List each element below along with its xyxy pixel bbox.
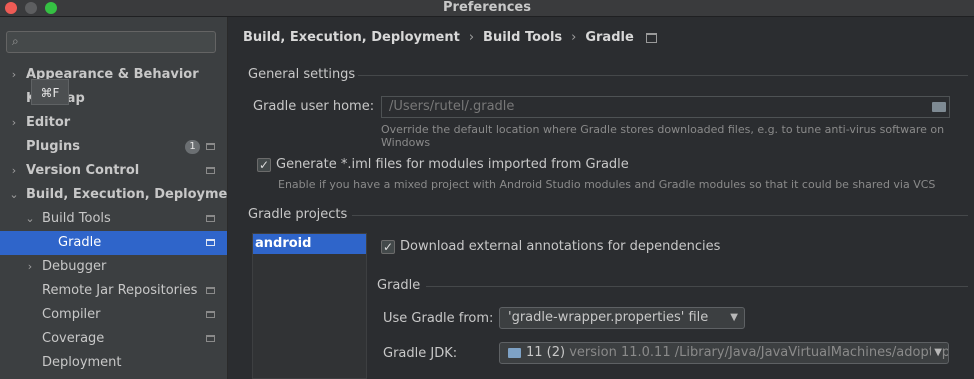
breadcrumb-separator: › [571,30,577,45]
sidebar-item-coverage[interactable]: Coverage [0,327,227,351]
gradle-section-title: Gradle [377,278,421,293]
download-annotations-label[interactable]: Download external annotations for depend… [400,239,720,254]
sidebar-item-plugins[interactable]: Plugins 1 [0,135,227,159]
dropdown-arrow-icon: ▼ [931,343,942,363]
sidebar-item-label: Compiler [42,307,101,322]
sidebar-item-deployment[interactable]: Deployment [0,351,227,375]
project-level-icon [645,32,657,43]
sidebar-item-editor[interactable]: › Editor [0,111,227,135]
chevron-down-icon[interactable]: ⌄ [9,183,19,207]
project-level-icon [206,287,215,294]
chevron-down-icon[interactable]: ⌄ [25,207,35,231]
gradle-user-home-label: Gradle user home: [253,99,375,114]
gradle-projects-title: Gradle projects [248,207,348,222]
project-level-icon [206,215,215,222]
section-divider [352,215,968,216]
settings-content: Build, Execution, Deployment › Build Tools… [228,17,974,379]
generate-iml-checkbox[interactable]: ✓ [257,158,271,172]
sidebar-item-label: Build, Execution, Deployment [26,187,243,202]
settings-search-input[interactable]: ⌕ [6,31,216,53]
breadcrumb-item[interactable]: Build Tools [483,30,562,45]
breadcrumb: Build, Execution, Deployment › Build Tools… [243,30,657,45]
generate-iml-hint: Enable if you have a mixed project with … [278,178,936,191]
hint-line: Override the default location where Grad… [381,123,945,136]
sidebar-item-label: Gradle [58,235,102,250]
chevron-right-icon[interactable]: › [9,159,19,183]
project-level-icon [206,167,215,174]
jdk-folder-icon [508,347,521,358]
window-title: Preferences [443,0,531,15]
sidebar-item-label: Version Control [26,163,140,178]
sidebar-item-label: Plugins [26,139,80,154]
jdk-name: 11 (2) [526,345,566,360]
gradle-user-home-value: /Users/rutel/.gradle [389,99,515,114]
use-gradle-from-dropdown[interactable]: 'gradle-wrapper.properties' file ▼ [499,307,745,329]
breadcrumb-item: Gradle [585,30,634,45]
project-level-icon [206,143,215,150]
gradle-user-home-hint: Override the default location where Grad… [381,123,944,149]
settings-sidebar: ⌕ › Appearance & Behavior Keymap › Edito… [0,17,243,379]
folder-icon[interactable] [932,102,946,112]
hint-line: Windows [381,136,431,149]
sidebar-item-label: Build Tools [42,211,111,226]
section-divider [358,75,968,76]
gradle-jdk-dropdown[interactable]: 11 (2) version 11.0.11 /Library/Java/Jav… [499,342,949,364]
gradle-user-home-input[interactable]: /Users/rutel/.gradle [381,96,950,118]
sidebar-item-label: Debugger [42,259,107,274]
project-level-icon [206,335,215,342]
gradle-jdk-label: Gradle JDK: [383,346,458,361]
generate-iml-label[interactable]: Generate *.iml files for modules importe… [276,157,629,172]
sidebar-item-compiler[interactable]: Compiler [0,303,227,327]
search-icon: ⌕ [12,34,19,48]
sidebar-item-gradle[interactable]: Gradle [0,231,227,255]
chevron-right-icon[interactable]: › [25,255,35,279]
search-shortcut-tooltip: ⌘F [31,79,69,105]
general-settings-title: General settings [248,67,356,82]
section-divider [426,286,968,287]
chevron-right-icon[interactable]: › [9,111,19,135]
chevron-right-icon[interactable]: › [9,63,19,87]
sidebar-item-label: Deployment [42,355,122,370]
sidebar-item-remote-jar-repositories[interactable]: Remote Jar Repositories [0,279,227,303]
gradle-projects-list: android [252,233,367,379]
sidebar-item-version-control[interactable]: › Version Control [0,159,227,183]
project-level-icon [206,239,215,246]
sidebar-item-label: Editor [26,115,71,130]
breadcrumb-item[interactable]: Build, Execution, Deployment [243,30,460,45]
sidebar-item-build-execution-deployment[interactable]: ⌄ Build, Execution, Deployment [0,183,242,207]
sidebar-item-label: Coverage [42,331,105,346]
project-list-item[interactable]: android [253,234,366,254]
plugins-update-badge: 1 [185,140,200,154]
dropdown-arrow-icon: ▼ [730,312,738,323]
sidebar-item-debugger[interactable]: › Debugger [0,255,227,279]
sidebar-item-label: Remote Jar Repositories [42,283,198,298]
project-level-icon [206,311,215,318]
jdk-detail: version 11.0.11 /Library/Java/JavaVirtua… [569,345,949,360]
breadcrumb-separator: › [468,30,475,45]
window-titlebar: Preferences [0,0,974,17]
use-gradle-from-label: Use Gradle from: [383,311,494,326]
dropdown-value: 'gradle-wrapper.properties' file [508,310,709,325]
download-annotations-checkbox[interactable]: ✓ [381,240,395,254]
sidebar-item-build-tools[interactable]: ⌄ Build Tools [0,207,227,231]
